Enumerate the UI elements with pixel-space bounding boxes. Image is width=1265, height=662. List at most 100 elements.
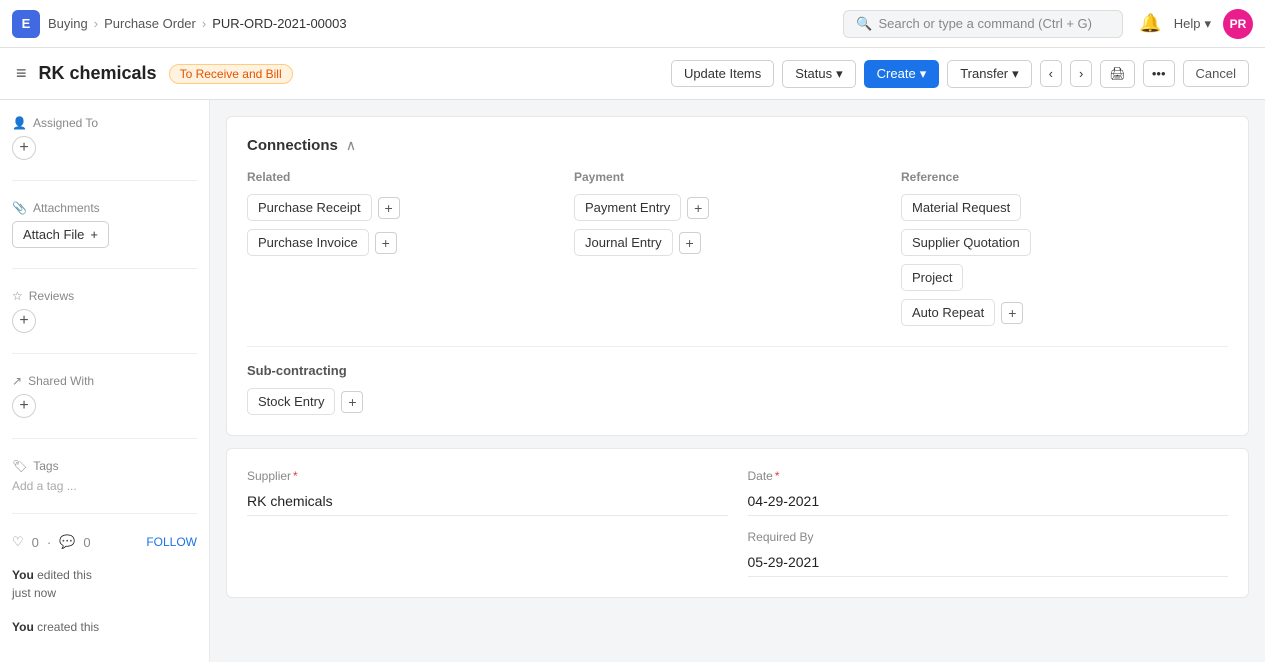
activity-1-time: just now — [12, 586, 56, 600]
print-button[interactable]: 🖨 — [1100, 60, 1135, 88]
create-label: Create — [877, 66, 916, 81]
divider-2 — [12, 268, 197, 269]
related-label: Related — [247, 170, 554, 184]
attach-file-label: Attach File — [23, 227, 84, 242]
more-button[interactable]: ••• — [1143, 60, 1175, 87]
follow-button[interactable]: FOLLOW — [146, 535, 197, 549]
assigned-to-label: 👤 Assigned To — [12, 116, 197, 130]
bell-icon[interactable]: 🔔 — [1139, 13, 1161, 34]
search-icon: 🔍 — [856, 16, 872, 32]
add-payment-entry-button[interactable]: + — [687, 197, 709, 219]
connections-title: Connections — [247, 137, 338, 154]
auto-repeat-item[interactable]: Auto Repeat — [901, 299, 995, 326]
status-button[interactable]: Status ▾ — [782, 60, 855, 88]
share-icon: ↗ — [12, 374, 22, 388]
reference-items: Material Request Supplier Quotation Proj… — [901, 194, 1208, 326]
stock-entry-item[interactable]: Stock Entry — [247, 388, 335, 415]
attachments-section: 📎 Attachments Attach File + — [12, 201, 197, 248]
breadcrumb: Buying › Purchase Order › PUR-ORD-2021-0… — [48, 16, 347, 31]
shared-with-label: ↗ Shared With — [12, 374, 197, 388]
tags-label: 🏷 Tags — [12, 459, 197, 473]
breadcrumb-current: PUR-ORD-2021-00003 — [212, 16, 346, 31]
assigned-to-section: 👤 Assigned To + — [12, 116, 197, 160]
required-by-label: Required By — [748, 530, 1229, 544]
user-avatar[interactable]: PR — [1223, 9, 1253, 39]
update-items-button[interactable]: Update Items — [671, 60, 774, 87]
related-section: Related Purchase Receipt + Purchase Invo… — [247, 170, 574, 326]
supplier-value[interactable]: RK chemicals — [247, 487, 728, 516]
add-purchase-receipt-button[interactable]: + — [378, 197, 400, 219]
search-placeholder: Search or type a command (Ctrl + G) — [878, 16, 1092, 31]
add-review-button[interactable]: + — [12, 309, 36, 333]
help-chevron-icon: ▾ — [1204, 16, 1211, 32]
connections-header: Connections ∧ — [247, 137, 1228, 154]
add-reference-button[interactable]: + — [1001, 302, 1023, 324]
transfer-button[interactable]: Transfer ▾ — [947, 60, 1031, 88]
required-by-value[interactable]: 05-29-2021 — [748, 548, 1229, 577]
status-badge: To Receive and Bill — [169, 64, 293, 84]
add-assigned-button[interactable]: + — [12, 136, 36, 160]
shared-with-section: ↗ Shared With + — [12, 374, 197, 418]
payment-entry-item[interactable]: Payment Entry — [574, 194, 681, 221]
activity-2-text: created this — [37, 620, 99, 634]
supplier-field: Supplier * RK chemicals — [247, 469, 728, 577]
journal-entry-item[interactable]: Journal Entry — [574, 229, 673, 256]
next-button[interactable]: › — [1070, 60, 1092, 87]
menu-icon[interactable]: ≡ — [16, 63, 27, 84]
supplier-quotation-item[interactable]: Supplier Quotation — [901, 229, 1031, 256]
project-item[interactable]: Project — [901, 264, 963, 291]
help-label: Help — [1174, 16, 1201, 31]
activity-1-text: edited this — [37, 568, 92, 582]
status-label: Status — [795, 66, 832, 81]
supplier-required: * — [293, 469, 298, 483]
main-content: Connections ∧ Related Purchase Receipt +… — [210, 100, 1265, 662]
attach-file-button[interactable]: Attach File + — [12, 221, 109, 248]
date-field: Date * 04-29-2021 — [748, 469, 1229, 516]
help-button[interactable]: Help ▾ — [1174, 16, 1211, 32]
cancel-button[interactable]: Cancel — [1183, 60, 1249, 87]
attach-plus-icon: + — [90, 227, 98, 242]
purchase-receipt-item[interactable]: Purchase Receipt — [247, 194, 372, 221]
supplier-label: Supplier * — [247, 469, 728, 483]
tags-section: 🏷 Tags Add a tag ... — [12, 459, 197, 493]
add-purchase-invoice-button[interactable]: + — [375, 232, 397, 254]
star-icon: ☆ — [12, 289, 23, 303]
create-button[interactable]: Create ▾ — [864, 60, 940, 88]
date-value[interactable]: 04-29-2021 — [748, 487, 1229, 516]
dot-sep: · — [47, 535, 51, 550]
likes-count: 0 — [32, 535, 39, 550]
heart-icon[interactable]: ♡ — [12, 534, 24, 550]
activity-2-you: You — [12, 620, 34, 634]
add-shared-button[interactable]: + — [12, 394, 36, 418]
required-by-field: Required By 05-29-2021 — [748, 530, 1229, 577]
date-required: * — [775, 469, 780, 483]
create-chevron-icon: ▾ — [920, 66, 927, 82]
breadcrumb-buying[interactable]: Buying — [48, 16, 88, 31]
comments-count: 0 — [83, 535, 90, 550]
purchase-invoice-item[interactable]: Purchase Invoice — [247, 229, 369, 256]
add-tag-text[interactable]: Add a tag ... — [12, 479, 197, 493]
comment-icon[interactable]: 💬 — [59, 534, 75, 550]
divider-1 — [12, 180, 197, 181]
page-header: ≡ RK chemicals To Receive and Bill Updat… — [0, 48, 1265, 100]
person-icon: 👤 — [12, 116, 27, 130]
activity-2: You created this — [12, 618, 197, 636]
search-bar[interactable]: 🔍 Search or type a command (Ctrl + G) — [843, 10, 1123, 38]
breadcrumb-purchase-order[interactable]: Purchase Order — [104, 16, 196, 31]
transfer-chevron-icon: ▾ — [1012, 66, 1019, 82]
sidebar: 👤 Assigned To + 📎 Attachments Attach Fil… — [0, 100, 210, 662]
page-title: RK chemicals — [39, 63, 157, 84]
paperclip-icon: 📎 — [12, 201, 27, 215]
payment-label: Payment — [574, 170, 881, 184]
divider-3 — [12, 353, 197, 354]
add-stock-entry-button[interactable]: + — [341, 391, 363, 413]
header-actions: Update Items Status ▾ Create ▾ Transfer … — [671, 60, 1249, 88]
material-request-item[interactable]: Material Request — [901, 194, 1021, 221]
reference-section: Reference Material Request Supplier Quot… — [901, 170, 1228, 326]
status-chevron-icon: ▾ — [836, 66, 843, 82]
nav-actions: 🔔 Help ▾ PR — [1139, 9, 1253, 39]
reference-label: Reference — [901, 170, 1208, 184]
prev-button[interactable]: ‹ — [1040, 60, 1062, 87]
collapse-icon[interactable]: ∧ — [346, 137, 356, 154]
add-journal-entry-button[interactable]: + — [679, 232, 701, 254]
